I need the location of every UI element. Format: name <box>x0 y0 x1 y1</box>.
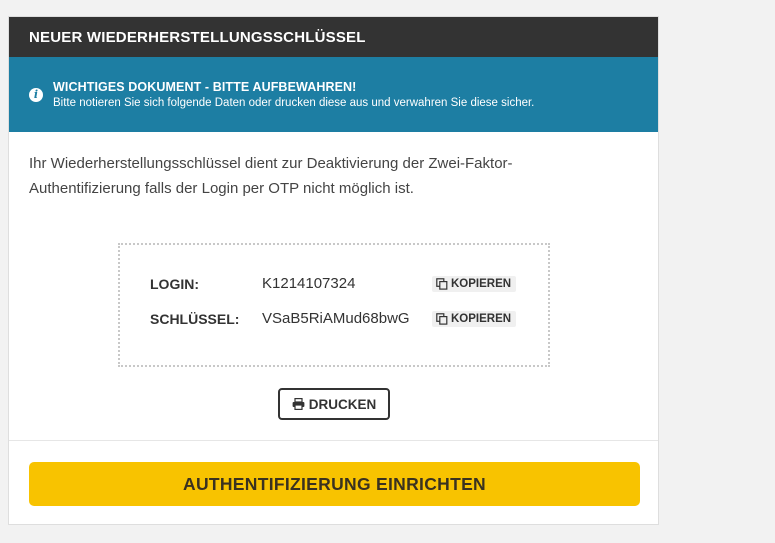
printer-icon <box>292 398 305 410</box>
setup-authentication-button[interactable]: AUTHENTIFIZIERUNG EINRICHTEN <box>29 462 640 506</box>
recovery-key-card: NEUER WIEDERHERSTELLUNGSSCHLÜSSEL i WICH… <box>8 16 659 525</box>
copy-icon <box>436 312 448 325</box>
copy-login-label: KOPIEREN <box>451 277 512 290</box>
info-icon: i <box>29 87 43 102</box>
notice-content: WICHTIGES DOKUMENT - BITTE AUFBEWAHREN! … <box>53 80 534 109</box>
key-label: SCHLÜSSEL: <box>150 310 240 327</box>
notice-text: Bitte notieren Sie sich folgende Daten o… <box>53 97 535 109</box>
login-value[interactable]: K1214107324 <box>262 275 432 292</box>
print-button-label: DRUCKEN <box>308 396 377 412</box>
print-button[interactable]: DRUCKEN <box>278 388 390 420</box>
intro-text: Ihr Wiederherstellungsschlüssel dient zu… <box>29 155 513 197</box>
login-label: LOGIN: <box>150 275 199 292</box>
copy-key-button[interactable]: KOPIEREN <box>432 310 517 327</box>
copy-key-label: KOPIEREN <box>451 312 512 325</box>
notice-title: WICHTIGES DOKUMENT - BITTE AUFBEWAHREN! <box>53 80 357 94</box>
card-title: NEUER WIEDERHERSTELLUNGSSCHLÜSSEL <box>9 17 658 57</box>
copy-login-button[interactable]: KOPIEREN <box>432 275 517 292</box>
important-notice: i WICHTIGES DOKUMENT - BITTE AUFBEWAHREN… <box>9 57 658 132</box>
key-row: SCHLÜSSEL: VSaB5RiAMud68bwG KOPIEREN <box>150 310 517 327</box>
login-row: LOGIN: K1214107324 KOPIEREN <box>150 275 517 292</box>
recovery-key-box: LOGIN: K1214107324 KOPIEREN SCHLÜSSEL: V… <box>118 243 550 367</box>
divider <box>9 440 658 441</box>
copy-icon <box>436 277 448 290</box>
key-value[interactable]: VSaB5RiAMud68bwG <box>262 310 432 327</box>
